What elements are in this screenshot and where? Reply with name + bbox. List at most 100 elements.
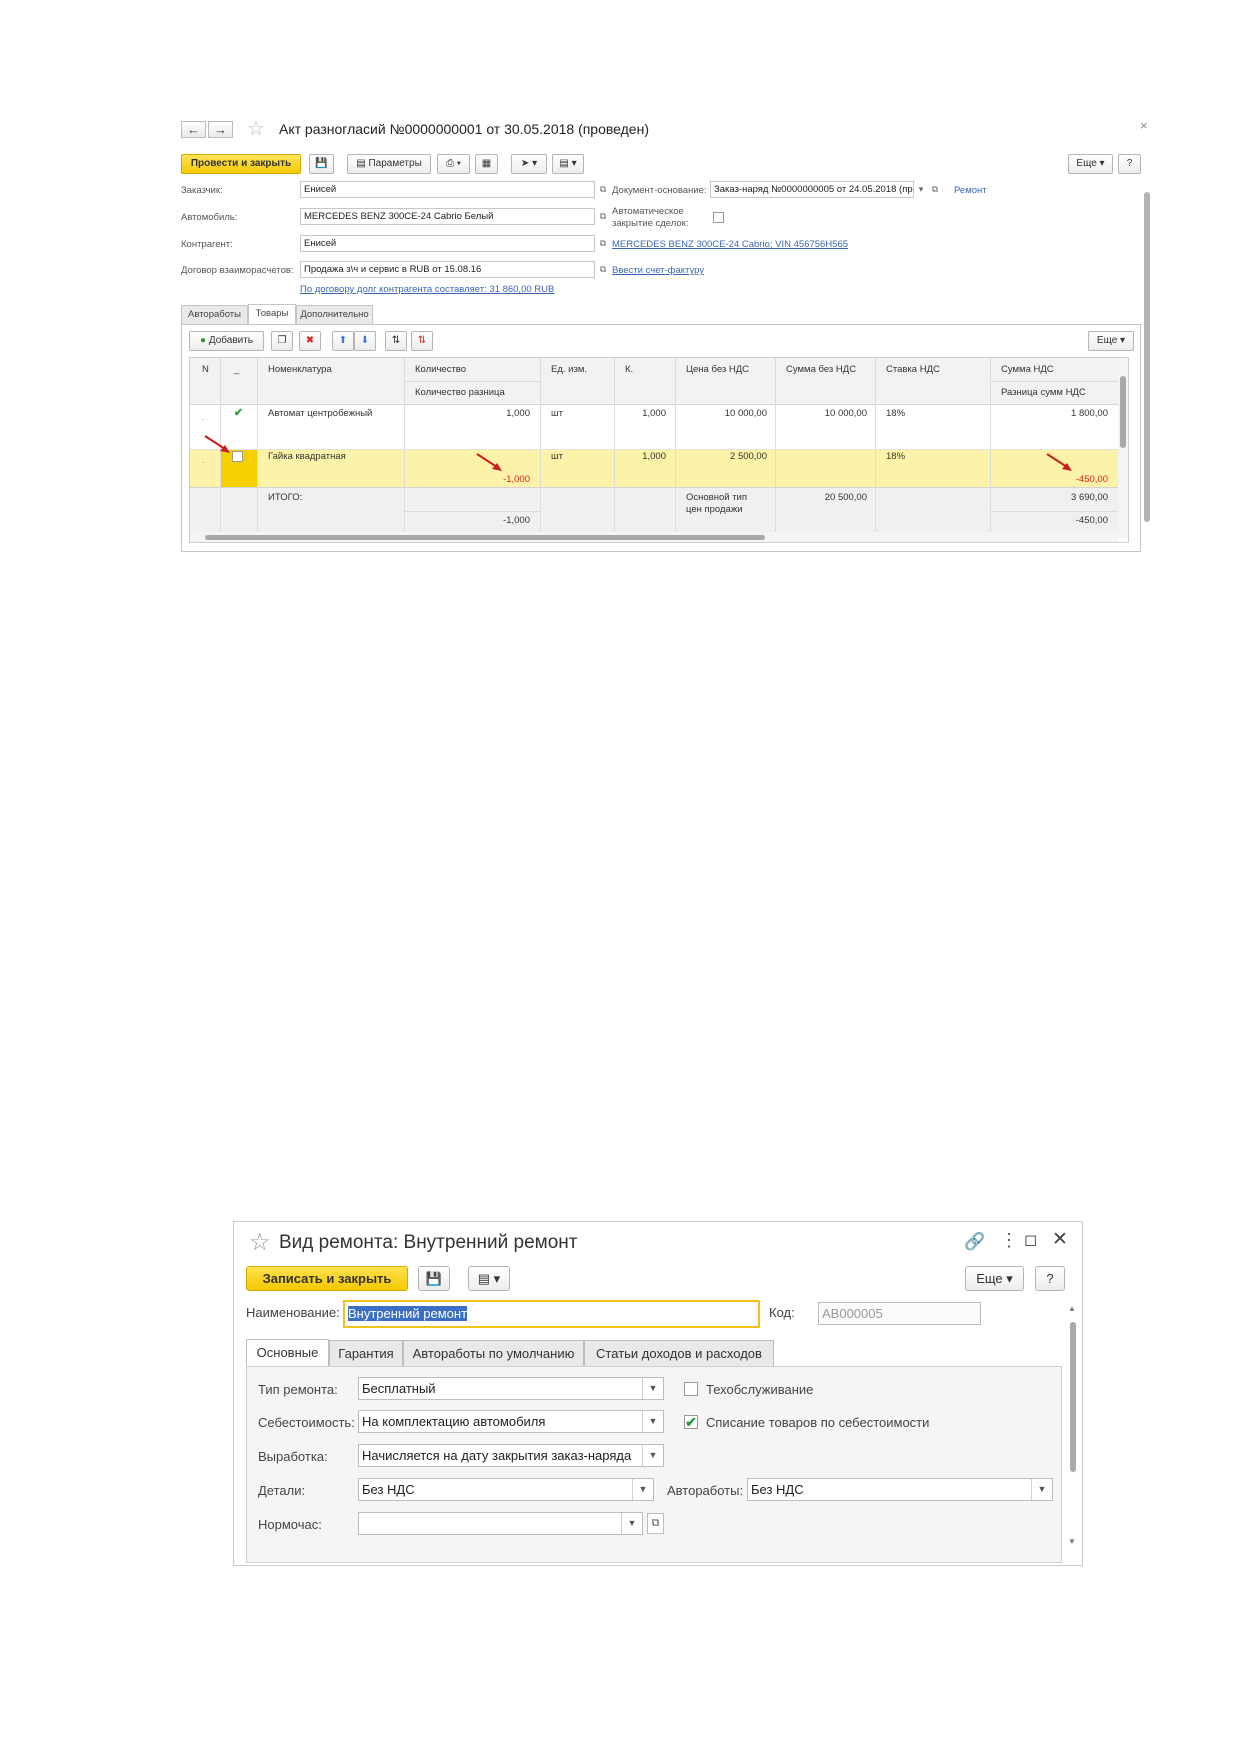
contract-debt-link[interactable]: По договору долг контрагента составляет:…: [300, 284, 554, 295]
chevron-down-icon[interactable]: ▼: [642, 1378, 663, 1399]
table-scroll-thumb[interactable]: [1120, 376, 1126, 448]
normhour-field[interactable]: ▼: [358, 1512, 643, 1535]
reports-icon[interactable]: ▤ ▾: [552, 154, 584, 174]
chevron-down-icon[interactable]: ▼: [642, 1445, 663, 1466]
open-icon[interactable]: ⧉: [596, 262, 610, 277]
col-vat-sum[interactable]: Сумма НДС: [1001, 364, 1054, 375]
open-icon[interactable]: ⧉: [928, 182, 942, 197]
post-and-close-button[interactable]: Провести и закрыть: [181, 154, 301, 174]
favorite-star-icon[interactable]: ☆: [247, 116, 265, 141]
back-arrow-icon[interactable]: ←: [181, 121, 206, 138]
col-qty-diff[interactable]: Количество разница: [415, 387, 505, 398]
row2-checkbox[interactable]: [232, 451, 243, 462]
repair-link[interactable]: Ремонт: [954, 185, 987, 196]
sort-desc-icon[interactable]: ⇅: [411, 331, 433, 351]
row2-rate[interactable]: 18%: [886, 451, 905, 462]
create-based-on-icon[interactable]: ➤ ▾: [511, 154, 547, 174]
row1-price[interactable]: 10 000,00: [675, 408, 767, 419]
row1-k[interactable]: 1,000: [614, 408, 666, 419]
horizontal-scroll-thumb[interactable]: [205, 535, 765, 540]
scroll-thumb[interactable]: [1070, 1322, 1076, 1472]
move-down-icon[interactable]: ⬇: [354, 331, 376, 351]
kebab-menu-icon[interactable]: ⋮: [1000, 1230, 1018, 1251]
table-more-button[interactable]: Еще ▾: [1088, 331, 1134, 351]
print-icon[interactable]: ⎙ ▾: [437, 154, 470, 174]
row2-price[interactable]: 2 500,00: [675, 451, 767, 462]
col-k[interactable]: К.: [625, 364, 633, 375]
row2-name[interactable]: Гайка квадратная: [268, 451, 346, 462]
col-qty[interactable]: Количество: [415, 364, 466, 375]
chevron-down-icon[interactable]: ▼: [1031, 1479, 1052, 1500]
scroll-up-icon[interactable]: ▲: [1068, 1304, 1076, 1313]
maintenance-checkbox[interactable]: [684, 1382, 698, 1396]
autoclose-checkbox[interactable]: [713, 212, 724, 223]
maximize-icon[interactable]: ◻: [1024, 1230, 1037, 1250]
delete-icon[interactable]: ✖: [299, 331, 321, 351]
more-button[interactable]: Еще ▾: [1068, 154, 1113, 174]
customer-field[interactable]: Енисей: [300, 181, 595, 198]
col-price[interactable]: Цена без НДС: [686, 364, 749, 375]
more-button[interactable]: Еще ▾: [965, 1266, 1024, 1291]
favorite-star-icon[interactable]: ☆: [249, 1228, 271, 1257]
writeoff-checkbox[interactable]: ✔: [684, 1415, 698, 1429]
enter-invoice-link[interactable]: Ввести счет-фактуру: [612, 265, 704, 276]
copy-row-icon[interactable]: ❐: [271, 331, 293, 351]
col-vat-rate[interactable]: Ставка НДС: [886, 364, 940, 375]
open-icon[interactable]: ⧉: [596, 182, 610, 197]
tab-additional[interactable]: Дополнительно: [296, 305, 373, 324]
code-field[interactable]: АВ000005: [818, 1302, 981, 1325]
output-field[interactable]: Начисляется на дату закрытия заказ-наряд…: [358, 1444, 664, 1467]
row2-unit[interactable]: шт: [551, 451, 563, 462]
add-button[interactable]: ● Добавить: [189, 331, 264, 351]
window-scroll-thumb[interactable]: [1144, 192, 1150, 522]
row1-rate[interactable]: 18%: [886, 408, 905, 419]
chevron-down-icon[interactable]: ▼: [642, 1411, 663, 1432]
name-field[interactable]: Внутренний ремонт: [343, 1300, 760, 1328]
row1-vat[interactable]: 1 800,00: [990, 408, 1108, 419]
cost-field[interactable]: На комплектацию автомобиля ▼: [358, 1410, 664, 1433]
counterparty-field[interactable]: Енисей: [300, 235, 595, 252]
car-field[interactable]: MERCEDES BENZ 300CE-24 Cabrio Белый: [300, 208, 595, 225]
autoworks-field[interactable]: Без НДС ▼: [747, 1478, 1053, 1501]
tab-default-autoworks[interactable]: Автоработы по умолчанию: [403, 1340, 584, 1366]
scroll-down-icon[interactable]: ▼: [1068, 1537, 1076, 1546]
row1-name[interactable]: Автомат центробежный: [268, 408, 372, 419]
tab-warranty[interactable]: Гарантия: [329, 1340, 403, 1366]
save-and-close-button[interactable]: Записать и закрыть: [246, 1266, 408, 1291]
open-icon[interactable]: ⧉: [596, 236, 610, 251]
row1-check-icon[interactable]: ✔: [233, 408, 244, 420]
open-icon[interactable]: ⧉: [596, 209, 610, 224]
repair-type-field[interactable]: Бесплатный ▼: [358, 1377, 664, 1400]
tab-main[interactable]: Основные: [246, 1339, 329, 1366]
save-disk-icon[interactable]: 💾: [418, 1266, 450, 1291]
col-sum[interactable]: Сумма без НДС: [786, 364, 856, 375]
close-icon[interactable]: ✕: [1052, 1228, 1068, 1251]
row1-unit[interactable]: шт: [551, 408, 563, 419]
row1-qty[interactable]: 1,000: [404, 408, 530, 419]
sort-asc-icon[interactable]: ⇅: [385, 331, 407, 351]
tab-autoworks[interactable]: Автоработы: [181, 305, 248, 324]
col-mark[interactable]: _: [234, 364, 239, 375]
tab-income-expense[interactable]: Статьи доходов и расходов: [584, 1340, 774, 1366]
save-disk-icon[interactable]: 💾: [309, 154, 334, 174]
forward-arrow-icon[interactable]: →: [208, 121, 233, 138]
row2-k[interactable]: 1,000: [614, 451, 666, 462]
create-based-on-icon[interactable]: ▤ ▾: [468, 1266, 510, 1291]
open-icon[interactable]: ⧉: [647, 1513, 664, 1534]
move-up-icon[interactable]: ⬆: [332, 331, 354, 351]
chevron-down-icon[interactable]: ▼: [632, 1479, 653, 1500]
row2-vat-diff[interactable]: -450,00: [990, 474, 1108, 485]
parts-field[interactable]: Без НДС ▼: [358, 1478, 654, 1501]
chevron-down-icon[interactable]: ▾: [914, 182, 928, 197]
vin-link[interactable]: MERCEDES BENZ 300CE-24 Cabrio; VIN 45675…: [612, 239, 848, 250]
help-button[interactable]: ?: [1035, 1266, 1065, 1291]
col-vat-diff[interactable]: Разница сумм НДС: [1001, 387, 1086, 398]
row1-sum[interactable]: 10 000,00: [775, 408, 867, 419]
structure-icon[interactable]: ▦: [475, 154, 498, 174]
link-icon[interactable]: 🔗: [964, 1232, 985, 1252]
contract-field[interactable]: Продажа з\ч и сервис в RUB от 15.08.16: [300, 261, 595, 278]
col-n[interactable]: N: [202, 364, 209, 375]
chevron-down-icon[interactable]: ▼: [621, 1513, 642, 1534]
basis-document-field[interactable]: Заказ-наряд №0000000005 от 24.05.2018 (п…: [710, 181, 914, 198]
help-button[interactable]: ?: [1118, 154, 1141, 174]
